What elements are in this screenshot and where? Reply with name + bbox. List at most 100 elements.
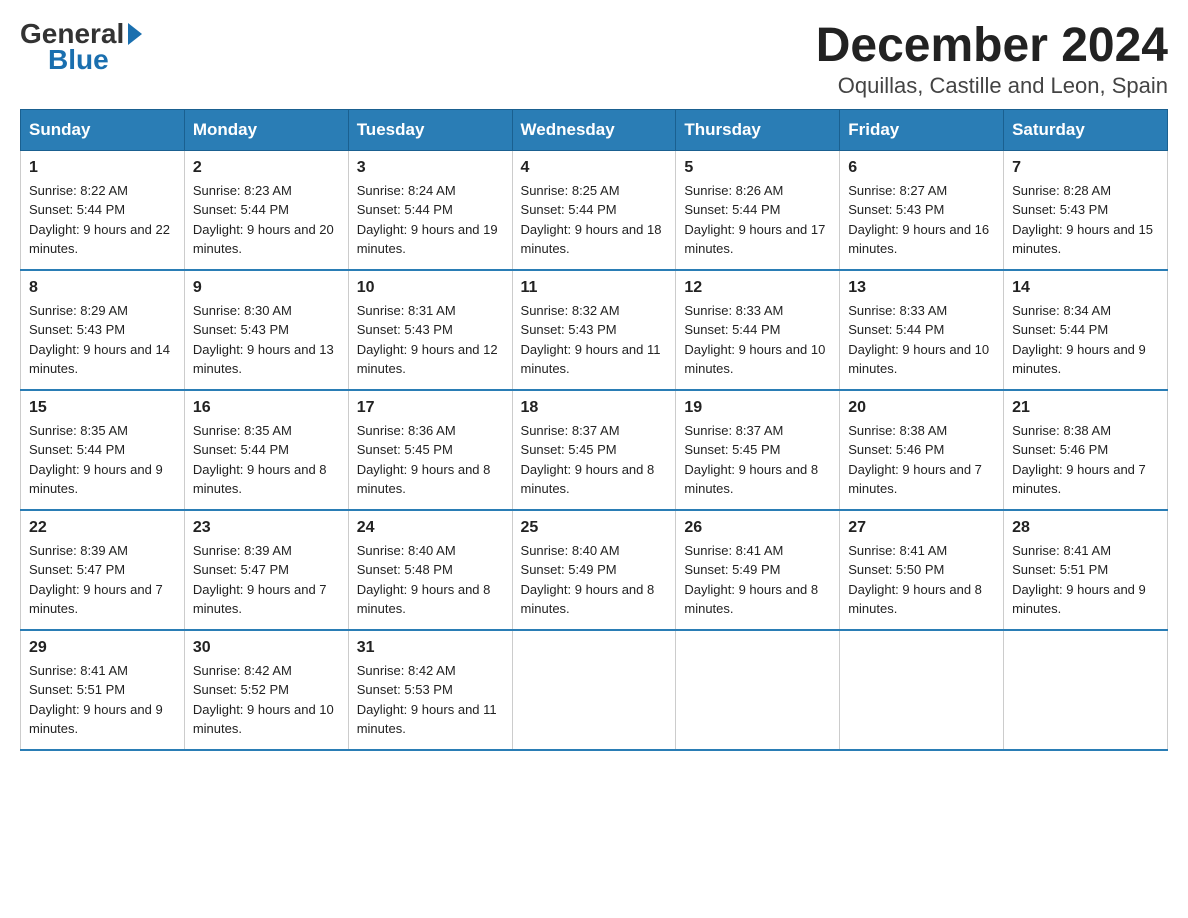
page-title: December 2024 xyxy=(816,20,1168,73)
day-number: 11 xyxy=(521,279,668,297)
day-number: 7 xyxy=(1012,159,1159,177)
header-row: Sunday Monday Tuesday Wednesday Thursday… xyxy=(21,109,1168,150)
calendar-cell: 24 Sunrise: 8:40 AMSunset: 5:48 PMDaylig… xyxy=(348,510,512,630)
day-info: Sunrise: 8:40 AMSunset: 5:48 PMDaylight:… xyxy=(357,541,504,619)
calendar-cell: 21 Sunrise: 8:38 AMSunset: 5:46 PMDaylig… xyxy=(1004,390,1168,510)
day-number: 6 xyxy=(848,159,995,177)
calendar-cell: 22 Sunrise: 8:39 AMSunset: 5:47 PMDaylig… xyxy=(21,510,185,630)
day-number: 19 xyxy=(684,399,831,417)
calendar-cell: 12 Sunrise: 8:33 AMSunset: 5:44 PMDaylig… xyxy=(676,270,840,390)
col-thursday: Thursday xyxy=(676,109,840,150)
day-info: Sunrise: 8:42 AMSunset: 5:52 PMDaylight:… xyxy=(193,661,340,739)
day-number: 15 xyxy=(29,399,176,417)
day-number: 18 xyxy=(521,399,668,417)
day-number: 13 xyxy=(848,279,995,297)
calendar-cell: 23 Sunrise: 8:39 AMSunset: 5:47 PMDaylig… xyxy=(184,510,348,630)
day-info: Sunrise: 8:23 AMSunset: 5:44 PMDaylight:… xyxy=(193,181,340,259)
logo: General Blue xyxy=(20,20,142,74)
day-number: 29 xyxy=(29,639,176,657)
calendar-cell: 13 Sunrise: 8:33 AMSunset: 5:44 PMDaylig… xyxy=(840,270,1004,390)
day-number: 9 xyxy=(193,279,340,297)
title-block: December 2024 Oquillas, Castille and Leo… xyxy=(816,20,1168,99)
day-info: Sunrise: 8:31 AMSunset: 5:43 PMDaylight:… xyxy=(357,301,504,379)
calendar-cell: 18 Sunrise: 8:37 AMSunset: 5:45 PMDaylig… xyxy=(512,390,676,510)
calendar-cell: 25 Sunrise: 8:40 AMSunset: 5:49 PMDaylig… xyxy=(512,510,676,630)
day-number: 31 xyxy=(357,639,504,657)
calendar-cell xyxy=(512,630,676,750)
day-info: Sunrise: 8:37 AMSunset: 5:45 PMDaylight:… xyxy=(684,421,831,499)
day-info: Sunrise: 8:41 AMSunset: 5:51 PMDaylight:… xyxy=(1012,541,1159,619)
calendar-cell: 27 Sunrise: 8:41 AMSunset: 5:50 PMDaylig… xyxy=(840,510,1004,630)
page-header: General Blue December 2024 Oquillas, Cas… xyxy=(20,20,1168,99)
day-info: Sunrise: 8:36 AMSunset: 5:45 PMDaylight:… xyxy=(357,421,504,499)
calendar-cell: 29 Sunrise: 8:41 AMSunset: 5:51 PMDaylig… xyxy=(21,630,185,750)
calendar-cell: 26 Sunrise: 8:41 AMSunset: 5:49 PMDaylig… xyxy=(676,510,840,630)
col-sunday: Sunday xyxy=(21,109,185,150)
day-number: 21 xyxy=(1012,399,1159,417)
page-subtitle: Oquillas, Castille and Leon, Spain xyxy=(816,73,1168,99)
col-saturday: Saturday xyxy=(1004,109,1168,150)
col-monday: Monday xyxy=(184,109,348,150)
day-number: 2 xyxy=(193,159,340,177)
calendar-cell xyxy=(1004,630,1168,750)
day-number: 24 xyxy=(357,519,504,537)
day-number: 23 xyxy=(193,519,340,537)
day-info: Sunrise: 8:29 AMSunset: 5:43 PMDaylight:… xyxy=(29,301,176,379)
calendar-cell: 2 Sunrise: 8:23 AMSunset: 5:44 PMDayligh… xyxy=(184,150,348,270)
day-number: 30 xyxy=(193,639,340,657)
day-info: Sunrise: 8:38 AMSunset: 5:46 PMDaylight:… xyxy=(848,421,995,499)
calendar-cell xyxy=(840,630,1004,750)
day-info: Sunrise: 8:33 AMSunset: 5:44 PMDaylight:… xyxy=(684,301,831,379)
calendar-cell: 4 Sunrise: 8:25 AMSunset: 5:44 PMDayligh… xyxy=(512,150,676,270)
day-info: Sunrise: 8:26 AMSunset: 5:44 PMDaylight:… xyxy=(684,181,831,259)
day-info: Sunrise: 8:39 AMSunset: 5:47 PMDaylight:… xyxy=(29,541,176,619)
calendar-body: 1 Sunrise: 8:22 AMSunset: 5:44 PMDayligh… xyxy=(21,150,1168,750)
day-number: 17 xyxy=(357,399,504,417)
logo-blue-text: Blue xyxy=(48,46,109,74)
day-info: Sunrise: 8:40 AMSunset: 5:49 PMDaylight:… xyxy=(521,541,668,619)
day-info: Sunrise: 8:22 AMSunset: 5:44 PMDaylight:… xyxy=(29,181,176,259)
day-number: 16 xyxy=(193,399,340,417)
day-info: Sunrise: 8:42 AMSunset: 5:53 PMDaylight:… xyxy=(357,661,504,739)
day-info: Sunrise: 8:25 AMSunset: 5:44 PMDaylight:… xyxy=(521,181,668,259)
day-number: 4 xyxy=(521,159,668,177)
day-info: Sunrise: 8:41 AMSunset: 5:51 PMDaylight:… xyxy=(29,661,176,739)
calendar-cell: 20 Sunrise: 8:38 AMSunset: 5:46 PMDaylig… xyxy=(840,390,1004,510)
calendar-cell: 1 Sunrise: 8:22 AMSunset: 5:44 PMDayligh… xyxy=(21,150,185,270)
day-info: Sunrise: 8:28 AMSunset: 5:43 PMDaylight:… xyxy=(1012,181,1159,259)
calendar-cell: 16 Sunrise: 8:35 AMSunset: 5:44 PMDaylig… xyxy=(184,390,348,510)
day-info: Sunrise: 8:33 AMSunset: 5:44 PMDaylight:… xyxy=(848,301,995,379)
day-info: Sunrise: 8:41 AMSunset: 5:50 PMDaylight:… xyxy=(848,541,995,619)
calendar-cell: 6 Sunrise: 8:27 AMSunset: 5:43 PMDayligh… xyxy=(840,150,1004,270)
calendar-table: Sunday Monday Tuesday Wednesday Thursday… xyxy=(20,109,1168,751)
calendar-cell: 11 Sunrise: 8:32 AMSunset: 5:43 PMDaylig… xyxy=(512,270,676,390)
calendar-cell: 15 Sunrise: 8:35 AMSunset: 5:44 PMDaylig… xyxy=(21,390,185,510)
calendar-cell: 30 Sunrise: 8:42 AMSunset: 5:52 PMDaylig… xyxy=(184,630,348,750)
calendar-cell: 19 Sunrise: 8:37 AMSunset: 5:45 PMDaylig… xyxy=(676,390,840,510)
calendar-cell xyxy=(676,630,840,750)
day-number: 8 xyxy=(29,279,176,297)
day-number: 26 xyxy=(684,519,831,537)
calendar-week-5: 29 Sunrise: 8:41 AMSunset: 5:51 PMDaylig… xyxy=(21,630,1168,750)
day-number: 22 xyxy=(29,519,176,537)
day-number: 5 xyxy=(684,159,831,177)
day-info: Sunrise: 8:32 AMSunset: 5:43 PMDaylight:… xyxy=(521,301,668,379)
col-wednesday: Wednesday xyxy=(512,109,676,150)
day-number: 3 xyxy=(357,159,504,177)
calendar-cell: 5 Sunrise: 8:26 AMSunset: 5:44 PMDayligh… xyxy=(676,150,840,270)
day-number: 25 xyxy=(521,519,668,537)
col-tuesday: Tuesday xyxy=(348,109,512,150)
day-info: Sunrise: 8:35 AMSunset: 5:44 PMDaylight:… xyxy=(29,421,176,499)
day-number: 10 xyxy=(357,279,504,297)
calendar-week-3: 15 Sunrise: 8:35 AMSunset: 5:44 PMDaylig… xyxy=(21,390,1168,510)
calendar-cell: 9 Sunrise: 8:30 AMSunset: 5:43 PMDayligh… xyxy=(184,270,348,390)
day-info: Sunrise: 8:41 AMSunset: 5:49 PMDaylight:… xyxy=(684,541,831,619)
day-number: 1 xyxy=(29,159,176,177)
day-info: Sunrise: 8:38 AMSunset: 5:46 PMDaylight:… xyxy=(1012,421,1159,499)
calendar-header: Sunday Monday Tuesday Wednesday Thursday… xyxy=(21,109,1168,150)
day-info: Sunrise: 8:24 AMSunset: 5:44 PMDaylight:… xyxy=(357,181,504,259)
calendar-cell: 17 Sunrise: 8:36 AMSunset: 5:45 PMDaylig… xyxy=(348,390,512,510)
day-number: 28 xyxy=(1012,519,1159,537)
calendar-cell: 14 Sunrise: 8:34 AMSunset: 5:44 PMDaylig… xyxy=(1004,270,1168,390)
day-info: Sunrise: 8:37 AMSunset: 5:45 PMDaylight:… xyxy=(521,421,668,499)
